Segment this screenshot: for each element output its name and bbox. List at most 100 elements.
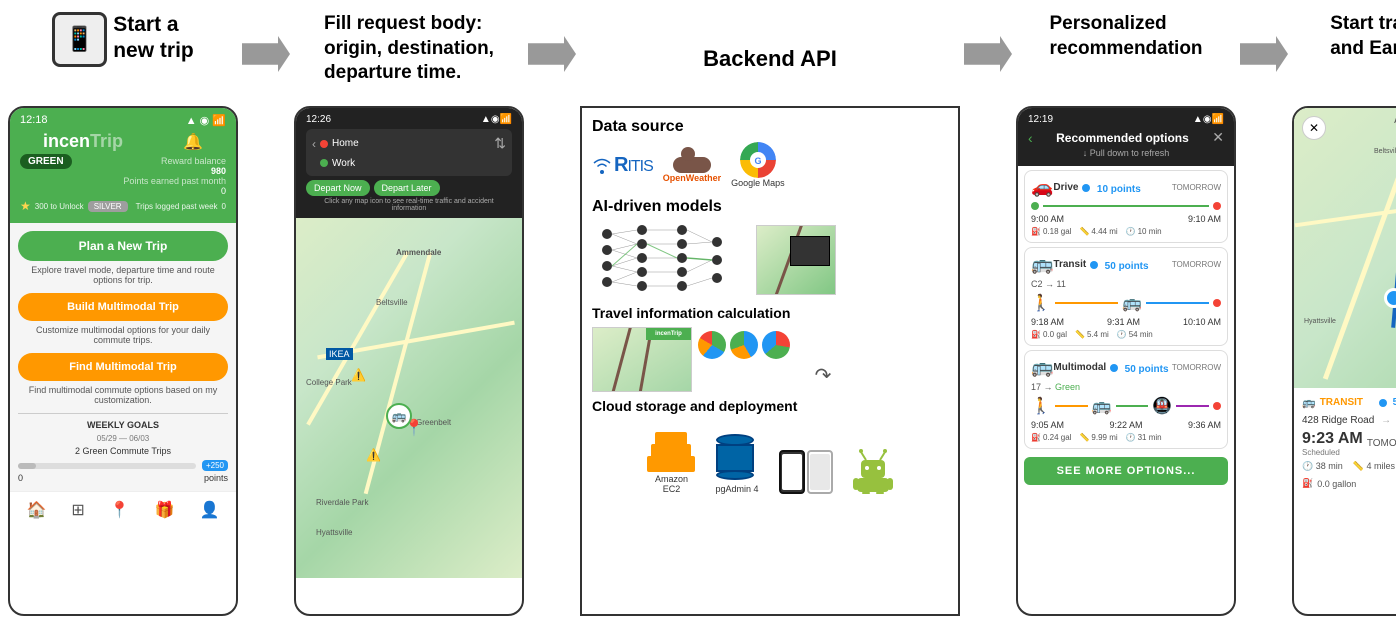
phone3-close-icon[interactable]: ✕ xyxy=(1212,129,1224,146)
transit-arrows: → xyxy=(1045,279,1057,289)
phone1-header: 12:18 ▲ ◉ 📶 incenTrip 🔔 GREEN Reward bal… xyxy=(10,108,236,223)
ritis-logo: RITIS xyxy=(592,154,653,177)
weather-cloud-icon xyxy=(673,147,711,173)
aws-top xyxy=(655,432,687,448)
multi-dist-icon: 📏 xyxy=(1079,433,1089,442)
multimodal-lines: 17 → Green xyxy=(1031,382,1221,392)
drive-end-time: 9:10 AM xyxy=(1188,214,1221,224)
build-multimodal-button[interactable]: Build Multimodal Trip xyxy=(18,293,228,321)
multimodal-bar1 xyxy=(1055,405,1088,407)
origin-input[interactable]: Home xyxy=(332,138,359,149)
multimodal-points: 50 points xyxy=(1110,359,1168,377)
phone4-points-dot xyxy=(1379,399,1387,407)
transit-fuel-val: 0.0 gal xyxy=(1043,330,1067,339)
phone2-header: 12:26 ▲◉📶 ‹ Home ⇅ ‹ Work xyxy=(296,108,522,218)
transit-end-time: 10:10 AM xyxy=(1183,317,1221,327)
step1-title: Start a new trip xyxy=(113,12,194,65)
phone4-duration: 🕐 38 min xyxy=(1302,461,1343,472)
multi-bus-icon: 🚌 xyxy=(1092,396,1112,416)
pie-chart-1 xyxy=(698,331,726,359)
pgadmin-label: pgAdmin 4 xyxy=(715,484,758,494)
time-row: 9:23 AM Scheduled TOMORROW 10:01 AM Sche… xyxy=(1302,430,1396,457)
swap-icon[interactable]: ⇅ xyxy=(494,135,506,152)
arrow1-shape xyxy=(242,36,290,72)
transit-dist: 📏 5.4 mi xyxy=(1075,330,1109,339)
plan-new-trip-button[interactable]: Plan a New Trip xyxy=(18,231,228,261)
multi-fuel-val: 0.24 gal xyxy=(1043,433,1071,442)
phone4-mockup: Ammendale Beltsville Greenbelt Berwyn He… xyxy=(1292,106,1396,616)
points-value: 0 xyxy=(123,186,226,196)
transit-text: TRANSIT xyxy=(1320,397,1363,408)
transit-route-line: 🚶 🚌 xyxy=(1031,293,1221,313)
drive-stats: ⛽ 0.18 gal 📏 4.44 mi 🕐 10 min xyxy=(1031,227,1221,236)
googlemaps-circle: G xyxy=(740,142,776,178)
aws-stack xyxy=(647,420,695,472)
step3-title: Backend API xyxy=(703,45,837,73)
see-more-options-button[interactable]: SEE MORE OPTIONS... xyxy=(1024,457,1228,485)
drive-mode-icon: 🚗 xyxy=(1031,177,1053,198)
riverdale-label: Riverdale Park xyxy=(316,498,368,507)
cloud-section: Cloud storage and deployment Amazon EC2 xyxy=(592,398,948,494)
points-text: points xyxy=(204,473,228,483)
android-svg xyxy=(853,446,893,494)
home-footer-icon[interactable]: 🏠 xyxy=(26,500,46,520)
find-btn-description: Find multimodal commute options based on… xyxy=(18,385,228,405)
step2-title: Fill request body: origin, destination, … xyxy=(324,12,494,86)
phone-icon: 📱 xyxy=(52,12,107,67)
drive-start-time: 9:00 AM xyxy=(1031,214,1064,224)
curved-arrow-icon: ↷ xyxy=(698,363,948,388)
ai-driven-section: AI-driven models xyxy=(592,198,948,297)
unlock-text: 300 to Unlock xyxy=(35,202,84,211)
depart-label: Scheduled xyxy=(1302,448,1363,457)
clock-icon2: 🕐 xyxy=(1302,461,1313,471)
transit-dur: 🕐 54 min xyxy=(1117,330,1153,339)
grid-footer-icon[interactable]: ⊞ xyxy=(71,500,84,520)
phone2-time: 12:26 xyxy=(306,114,331,125)
multimodal-arrow: → xyxy=(1044,382,1056,392)
drive-route-line xyxy=(1031,202,1221,210)
reward-balance-label: Reward balance xyxy=(123,156,226,166)
transit-line-bar2 xyxy=(1146,302,1209,304)
transit-label: Transit xyxy=(1053,259,1086,270)
trips-value: 0 xyxy=(222,202,226,211)
step3-column: Backend API Data source RITIS xyxy=(580,6,960,616)
destination-input[interactable]: Work xyxy=(332,158,355,169)
travel-road-1 xyxy=(605,327,634,392)
map4-back-button[interactable]: ✕ xyxy=(1302,116,1326,140)
ios-phone-icon xyxy=(779,450,805,494)
phone3-back-icon[interactable]: ‹ xyxy=(1028,130,1033,146)
depart-time-box: 9:23 AM Scheduled xyxy=(1302,430,1363,457)
transit-dur-val: 54 min xyxy=(1129,330,1153,339)
find-multimodal-button[interactable]: Find Multimodal Trip xyxy=(18,353,228,381)
googlemaps-text: Google Maps xyxy=(731,178,785,188)
user-footer-icon[interactable]: 👤 xyxy=(200,500,220,520)
phone1-time: 12:18 xyxy=(20,114,48,127)
phone2-map: Ammendale Beltsville College Park Greenb… xyxy=(296,218,522,578)
depart-later-button[interactable]: Depart Later xyxy=(374,180,440,196)
dist-val: 4 miles xyxy=(1366,461,1395,471)
multi-dist: 📏 9.99 mi xyxy=(1079,433,1117,442)
location-footer-icon[interactable]: 📍 xyxy=(110,500,130,520)
multimodal-line-17: 17 xyxy=(1031,382,1041,392)
transit-gas-icon: ⛽ xyxy=(1031,330,1041,339)
map-thumb-dark xyxy=(790,236,830,266)
back-icon[interactable]: ‹ xyxy=(312,137,316,151)
warning-icon-2: ⚠️ xyxy=(366,448,381,462)
pie-chart-2 xyxy=(730,331,758,359)
multi-mid-time: 9:22 AM xyxy=(1109,420,1142,430)
gift-footer-icon[interactable]: 🎁 xyxy=(155,500,175,520)
step5-column: Start travelling and Earn points Ammenda… xyxy=(1292,6,1396,616)
depart-now-button[interactable]: Depart Now xyxy=(306,180,370,196)
bus-stop-icon[interactable]: 🚌 xyxy=(386,403,412,429)
unlock-row: ★ 300 to Unlock SILVER Trips logged past… xyxy=(20,199,226,213)
travel-info-content: incenTrip ↷ xyxy=(592,327,948,392)
arrow4 xyxy=(1236,6,1292,72)
wifi-icon xyxy=(592,155,612,175)
transit-points-dot xyxy=(1090,261,1098,269)
phone1-footer: 🏠 ⊞ 📍 🎁 👤 xyxy=(10,491,236,524)
phone4-bottom: 🚌 TRANSIT 50 points PLANNED 428 Ridge Ro… xyxy=(1294,388,1396,501)
drive-tomorrow: TOMORROW xyxy=(1172,183,1221,192)
cloud-logos: Amazon EC2 pgAdmin 4 xyxy=(592,420,948,494)
multimodal-points-val: 50 points xyxy=(1125,364,1169,375)
pg-body xyxy=(716,444,754,472)
